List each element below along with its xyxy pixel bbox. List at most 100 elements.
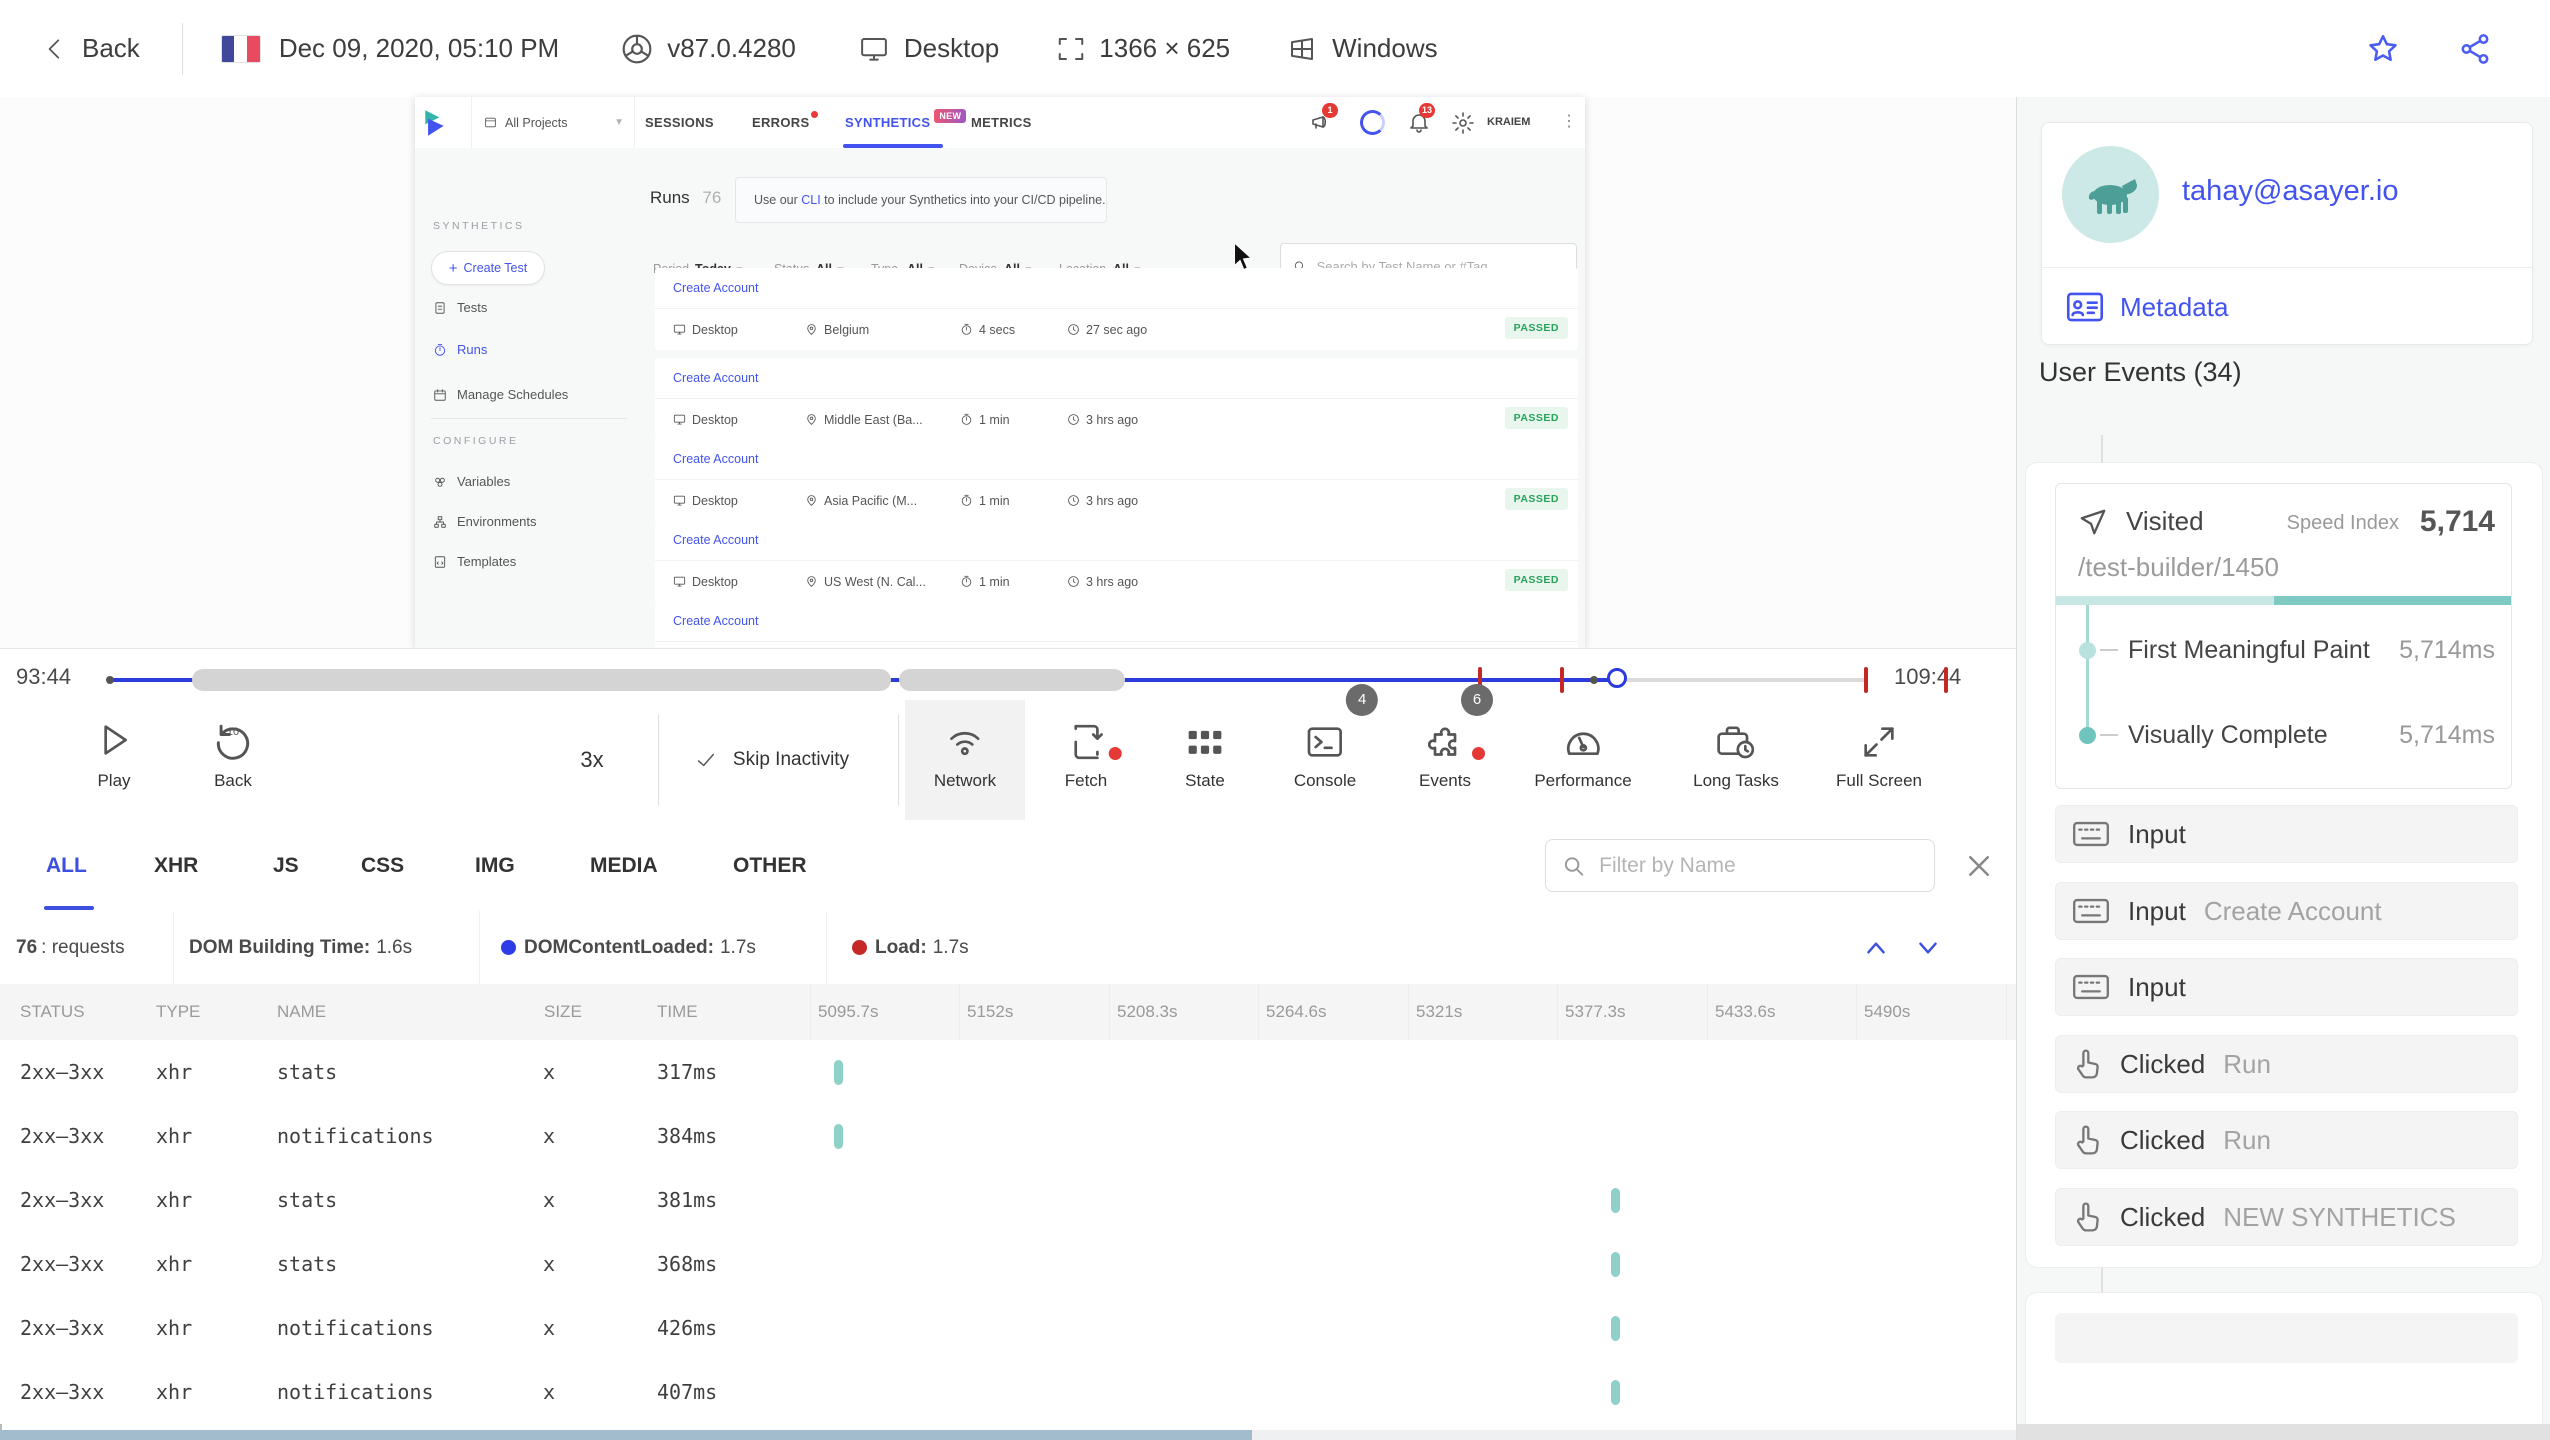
fmp-label: First Meaningful Paint — [2128, 636, 2370, 664]
scrollbar-thumb[interactable] — [0, 1430, 1252, 1440]
event-row-input[interactable]: Input — [2055, 805, 2518, 863]
console-count-badge: 4 — [1346, 684, 1379, 716]
cli-link[interactable]: CLI — [801, 193, 820, 207]
clock-icon — [1068, 495, 1079, 506]
event-row-clicked[interactable]: Clicked Run — [2055, 1035, 2518, 1093]
request-row[interactable]: 2xx–3xx xhr stats x 381ms — [0, 1168, 2016, 1232]
inactivity-bar — [192, 669, 891, 691]
jump-prev-icon[interactable] — [1862, 935, 1890, 961]
run-card[interactable]: Create Account Desktop Middle East (Ba..… — [655, 358, 1578, 440]
run-name-link[interactable]: Create Account — [655, 268, 1578, 309]
create-test-button[interactable]: + Create Test — [431, 251, 545, 285]
play-button[interactable]: Play — [94, 700, 134, 820]
sidebar-item-templates[interactable]: Templates — [433, 554, 516, 569]
kebab-menu-icon[interactable]: ⋮ — [1561, 111, 1577, 131]
panel-events-button[interactable]: 6 Events — [1419, 684, 1493, 820]
user-email-link[interactable]: tahay@asayer.io — [2182, 175, 2398, 208]
environments-icon — [434, 515, 446, 528]
panel-long-tasks-button[interactable]: Long Tasks — [1693, 700, 1779, 820]
favorite-star-icon[interactable] — [2366, 32, 2400, 66]
event-row-clicked[interactable]: Clicked Run — [2055, 1111, 2518, 1169]
speed-button[interactable]: 3x — [580, 700, 603, 820]
run-name-link[interactable]: Create Account — [655, 358, 1578, 399]
tab-metrics[interactable]: METRICS — [971, 97, 1032, 148]
user-menu[interactable]: KRAIEM — [1487, 97, 1530, 148]
panel-state-button[interactable]: State — [1185, 700, 1225, 820]
horizontal-scrollbar[interactable] — [0, 1430, 2016, 1440]
calendar-icon — [434, 388, 446, 401]
event-row-partial — [2055, 1313, 2518, 1363]
mouse-cursor — [1233, 243, 1253, 271]
waterfall-lane — [810, 1232, 2006, 1296]
replay-stage: All Projects ▼ SESSIONS ERRORS SYNTHETIC… — [0, 97, 2016, 648]
skip-inactivity-toggle[interactable]: Skip Inactivity — [695, 700, 849, 820]
tab-other[interactable]: OTHER — [733, 820, 807, 911]
request-row[interactable]: 2xx–3xx xhr notifications x 426ms — [0, 1296, 2016, 1360]
sidebar-item-runs[interactable]: Runs — [433, 342, 487, 357]
panel-console-button[interactable]: 4 Console — [1294, 684, 1379, 820]
tab-css[interactable]: CSS — [361, 820, 404, 911]
time-tick: 5152s — [967, 1002, 1014, 1021]
fetch-alert-dot — [1108, 747, 1122, 760]
network-tabs-bar: ALL XHR JS CSS IMG MEDIA OTHER — [0, 820, 2016, 912]
metric-connector-line — [2086, 605, 2089, 737]
run-card[interactable]: Create Account Desktop Asia Pacific (M..… — [655, 439, 1578, 521]
tab-errors[interactable]: ERRORS — [752, 97, 819, 148]
event-row-input[interactable]: Input — [2055, 958, 2518, 1016]
back-button[interactable]: Back — [42, 33, 140, 64]
settings-gear-icon[interactable] — [1451, 111, 1475, 135]
sidebar-item-manage-schedules[interactable]: Manage Schedules — [433, 387, 568, 402]
col-type: TYPE — [156, 1002, 201, 1021]
metadata-button[interactable]: Metadata — [2066, 291, 2228, 323]
request-row[interactable]: 2xx–3xx xhr stats x 368ms — [0, 1232, 2016, 1296]
panel-fetch-button[interactable]: Fetch — [1065, 700, 1122, 820]
visited-event-card[interactable]: Visited Speed Index 5,714 /test-builder/… — [2055, 483, 2512, 789]
resolution-info: 1366 × 625 — [1055, 33, 1230, 64]
notifications-button[interactable]: 13 — [1407, 103, 1436, 134]
tab-synthetics[interactable]: SYNTHETICS NEW — [845, 97, 967, 148]
player-timeline[interactable]: 93:44 109:44 — [0, 648, 2016, 701]
close-panel-icon[interactable] — [1964, 851, 1994, 881]
top-bar: Back Dec 09, 2020, 05:10 PM v87.0.4280 D… — [0, 0, 2550, 98]
tab-all[interactable]: ALL — [46, 820, 87, 911]
templates-icon — [434, 555, 446, 568]
time-total: 109:44 — [1894, 664, 1962, 689]
filter-input[interactable] — [1597, 852, 1918, 879]
app-body: SYNTHETICS + Create Test Tests Runs Mana… — [415, 148, 1585, 648]
viewport-icon — [1059, 37, 1084, 60]
event-row-input[interactable]: Input Create Account — [2055, 882, 2518, 940]
request-row[interactable]: 2xx–3xx xhr notifications x 407ms — [0, 1360, 2016, 1424]
tab-xhr[interactable]: XHR — [154, 820, 198, 911]
panel-network-button[interactable]: Network — [934, 700, 996, 820]
vc-value: 5,714ms — [2399, 721, 2495, 749]
sidebar-item-environments[interactable]: Environments — [433, 514, 536, 529]
tab-img[interactable]: IMG — [475, 820, 515, 911]
run-name-link[interactable]: Create Account — [655, 439, 1578, 480]
announcements-button[interactable]: 1 — [1310, 103, 1338, 134]
fullscreen-button[interactable]: Full Screen — [1836, 700, 1922, 820]
load-dot — [852, 940, 867, 955]
jump-next-icon[interactable] — [1914, 935, 1942, 961]
share-icon[interactable] — [2458, 32, 2492, 66]
request-row[interactable]: 2xx–3xx xhr stats x 317ms — [0, 1040, 2016, 1104]
run-name-link[interactable]: Create Account — [655, 601, 1578, 642]
panel-performance-button[interactable]: Performance — [1534, 700, 1632, 820]
back-10-button[interactable]: 10 Back — [211, 700, 255, 820]
error-marker — [1560, 667, 1564, 693]
run-card[interactable]: Create Account Desktop Canada (Central) … — [655, 601, 1578, 648]
divider — [173, 911, 174, 984]
project-selector[interactable]: All Projects ▼ — [471, 97, 635, 148]
playhead[interactable] — [1607, 668, 1627, 688]
tab-sessions[interactable]: SESSIONS — [645, 97, 714, 148]
request-row[interactable]: 2xx–3xx xhr notifications x 384ms — [0, 1104, 2016, 1168]
sidebar-item-variables[interactable]: Variables — [433, 474, 510, 489]
event-row-clicked[interactable]: Clicked NEW SYNTHETICS — [2055, 1188, 2518, 1246]
sidebar-item-tests[interactable]: Tests — [433, 300, 487, 315]
run-card[interactable]: Create Account Desktop US West (N. Cal..… — [655, 520, 1578, 602]
variables-icon — [435, 477, 445, 487]
tab-media[interactable]: MEDIA — [590, 820, 658, 911]
tab-js[interactable]: JS — [273, 820, 299, 911]
run-card[interactable]: Create Account Desktop Belgium 4 secs 27… — [655, 268, 1578, 350]
run-name-link[interactable]: Create Account — [655, 520, 1578, 561]
event-marker — [106, 676, 114, 684]
